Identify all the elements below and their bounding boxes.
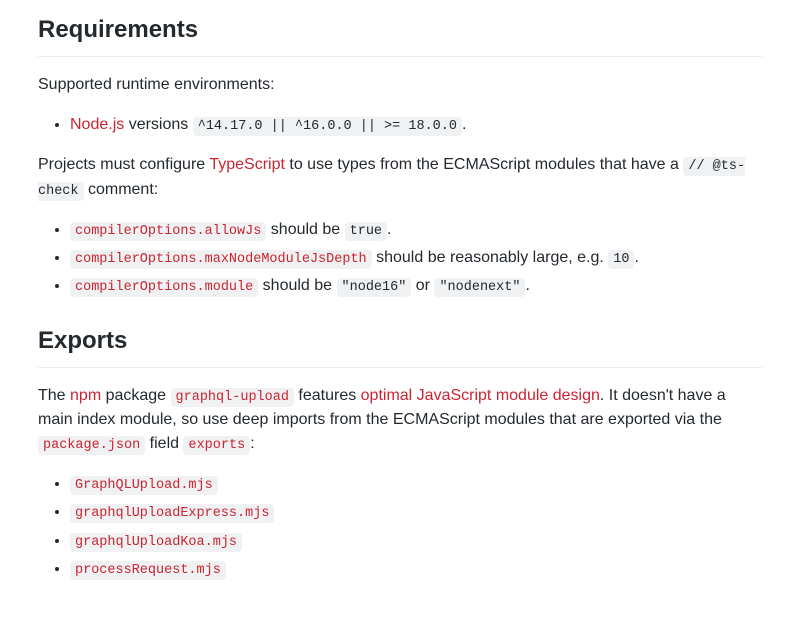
option-text: should be (266, 221, 344, 238)
versions-text: versions (124, 116, 192, 133)
requirements-intro: Supported runtime environments: (38, 73, 762, 97)
exports-p3: features (294, 387, 361, 404)
npm-link[interactable]: npm (70, 387, 101, 404)
list-item: GraphQLUpload.mjs (70, 472, 762, 496)
exports-field-link[interactable]: exports (183, 435, 250, 452)
package-link[interactable]: graphql-upload (171, 387, 294, 404)
export-file-link[interactable]: graphqlUploadExpress.mjs (70, 503, 274, 520)
export-file-link[interactable]: graphqlUploadKoa.mjs (70, 532, 242, 549)
option-value: true (345, 222, 387, 241)
exports-p6: : (250, 435, 254, 452)
module-design-link[interactable]: optimal JavaScript module design (361, 387, 600, 404)
list-item: graphqlUploadKoa.mjs (70, 529, 762, 553)
period: . (387, 221, 391, 238)
typescript-link[interactable]: TypeScript (209, 156, 285, 173)
exports-files-list: GraphQLUpload.mjs graphqlUploadExpress.m… (38, 472, 762, 581)
ts-intro-p2: to use types from the ECMAScript modules… (285, 156, 683, 173)
package-json-link[interactable]: package.json (38, 435, 145, 452)
compiler-option-link[interactable]: compilerOptions.module (70, 277, 258, 294)
list-item: compilerOptions.module should be "node16… (70, 274, 762, 298)
ts-intro-paragraph: Projects must configure TypeScript to us… (38, 153, 762, 202)
versions-code: ^14.17.0 || ^16.0.0 || >= 18.0.0 (193, 117, 462, 136)
compiler-option-link[interactable]: compilerOptions.allowJs (70, 221, 266, 238)
list-item: compilerOptions.allowJs should be true. (70, 218, 762, 242)
requirements-heading: Requirements (38, 0, 762, 57)
period: . (634, 249, 638, 266)
period: . (525, 277, 529, 294)
option-value: "node16" (337, 278, 412, 297)
ts-intro-p1: Projects must configure (38, 156, 209, 173)
export-file-link[interactable]: GraphQLUpload.mjs (70, 475, 218, 492)
option-text: should be (258, 277, 336, 294)
ts-options-list: compilerOptions.allowJs should be true. … (38, 218, 762, 299)
ts-intro-p3: comment: (84, 181, 159, 198)
nodejs-link[interactable]: Node.js (70, 116, 124, 133)
list-item: Node.js versions ^14.17.0 || ^16.0.0 || … (70, 113, 762, 137)
runtime-list: Node.js versions ^14.17.0 || ^16.0.0 || … (38, 113, 762, 137)
exports-p5: field (145, 435, 183, 452)
period: . (462, 116, 466, 133)
exports-intro-paragraph: The npm package graphql-upload features … (38, 384, 762, 457)
list-item: processRequest.mjs (70, 557, 762, 581)
option-text: should be reasonably large, e.g. (372, 249, 609, 266)
compiler-option-link[interactable]: compilerOptions.maxNodeModuleJsDepth (70, 249, 372, 266)
exports-heading: Exports (38, 323, 762, 368)
export-file-link[interactable]: processRequest.mjs (70, 560, 226, 577)
exports-p2: package (101, 387, 170, 404)
option-value: 10 (608, 250, 634, 269)
list-item: compilerOptions.maxNodeModuleJsDepth sho… (70, 246, 762, 270)
option-mid: or (411, 277, 434, 294)
option-value2: "nodenext" (434, 278, 525, 297)
list-item: graphqlUploadExpress.mjs (70, 500, 762, 524)
exports-p1: The (38, 387, 70, 404)
